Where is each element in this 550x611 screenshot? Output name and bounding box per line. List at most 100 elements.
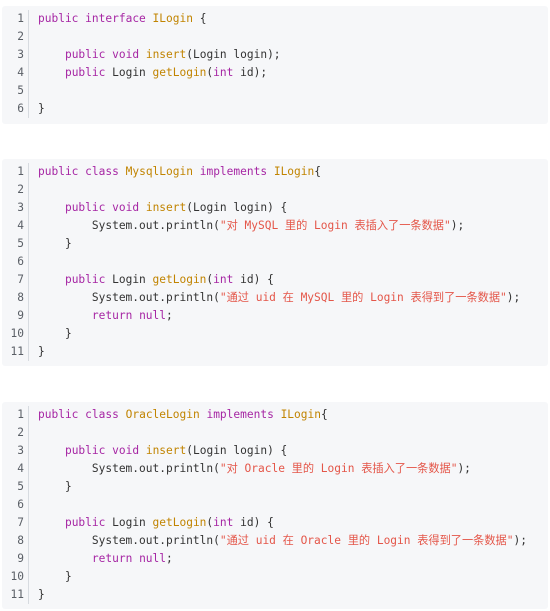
code-token: public: [64, 201, 106, 214]
line-number: 2: [2, 181, 29, 199]
code-line: 8 System.out.println("通过 uid 在 Oracle 里的…: [2, 532, 548, 550]
line-number: 9: [2, 307, 29, 325]
code-token: insert: [145, 444, 187, 457]
code-token: {: [320, 408, 328, 421]
code-token: ILogin: [152, 12, 193, 25]
code-token: );: [513, 534, 527, 547]
code-text: System.out.println("对 Oracle 里的 Login 表插…: [29, 460, 471, 478]
code-token: "通过 uid 在 Oracle 里的 Login 表得到了一条数据": [219, 534, 514, 547]
code-token: ILogin: [273, 165, 315, 178]
code-token: id) {: [233, 516, 274, 529]
code-line: 1 public class MysqlLogin implements ILog…: [2, 163, 548, 181]
code-line: 5 }: [2, 235, 548, 253]
code-line: 4 System.out.println("对 Oracle 里的 Login …: [2, 460, 548, 478]
code-text: System.out.println("通过 uid 在 MySQL 里的 Lo…: [29, 289, 520, 307]
code-token: public: [38, 408, 79, 421]
code-text: System.out.println("对 MySQL 里的 Login 表插入…: [29, 217, 464, 235]
code-token: insert: [145, 201, 187, 214]
code-text: public void insert(Login login) {: [29, 199, 287, 217]
code-token: public: [38, 12, 79, 25]
code-token: implements: [206, 408, 274, 421]
code-token: interface: [85, 12, 146, 25]
code-token: implements: [199, 165, 268, 178]
code-line: 11}: [2, 586, 548, 604]
code-token: (Login login) {: [186, 444, 288, 457]
line-number: 4: [2, 460, 29, 478]
code-line: 9 return null;: [2, 307, 548, 325]
code-token: "对 MySQL 里的 Login 表插入了一条数据": [219, 219, 451, 232]
code-token: id) {: [233, 273, 274, 286]
line-number: 6: [2, 253, 29, 271]
code-line: 2: [2, 28, 548, 46]
code-token: }: [38, 345, 45, 358]
code-token: {: [192, 12, 207, 25]
code-token: int: [213, 516, 234, 529]
code-text: public Login getLogin(int id) {: [29, 271, 274, 289]
line-number: 6: [2, 100, 29, 118]
code-token: System.out.println(: [38, 534, 220, 547]
code-line: 3 public void insert(Login login);: [2, 46, 548, 64]
code-token: public: [64, 516, 106, 529]
code-token: System.out.println(: [38, 291, 220, 304]
code-token: }: [38, 237, 72, 250]
line-number: 3: [2, 199, 29, 217]
code-token: }: [38, 570, 72, 583]
code-text: public class OracleLogin implements ILog…: [29, 406, 328, 424]
code-token: Login: [105, 273, 153, 286]
code-token: }: [38, 327, 72, 340]
code-token: void: [112, 48, 140, 61]
line-number: 2: [2, 424, 29, 442]
code-token: null: [139, 309, 167, 322]
line-number: 10: [2, 568, 29, 586]
code-block-mysql-login: 1 public class MysqlLogin implements ILog…: [2, 159, 548, 366]
line-number: 8: [2, 289, 29, 307]
code-token: getLogin: [152, 273, 207, 286]
code-line: 5: [2, 82, 548, 100]
code-token: class: [85, 408, 119, 421]
code-token: return: [91, 552, 133, 565]
code-text: public void insert(Login login) {: [29, 442, 287, 460]
code-text: public void insert(Login login);: [29, 46, 281, 64]
line-number: 6: [2, 496, 29, 514]
code-token: );: [457, 462, 471, 475]
code-token: Login: [105, 516, 153, 529]
code-token: null: [139, 552, 167, 565]
line-number: 1: [2, 406, 29, 424]
line-number: 1: [2, 163, 29, 181]
code-token: {: [314, 165, 321, 178]
code-token: );: [506, 291, 521, 304]
code-line: 3 public void insert(Login login) {: [2, 442, 548, 460]
line-number: 10: [2, 325, 29, 343]
code-token: getLogin: [152, 516, 207, 529]
code-token: public: [64, 66, 106, 79]
code-token: System.out.println(: [38, 219, 220, 232]
code-line: 4 public Login getLogin(int id);: [2, 64, 548, 82]
line-number: 3: [2, 46, 29, 64]
code-token: public: [38, 165, 79, 178]
code-line: 2: [2, 181, 548, 199]
code-token: public: [64, 444, 106, 457]
line-number: 5: [2, 82, 29, 100]
code-token: int: [213, 273, 234, 286]
code-text: }: [29, 343, 45, 361]
line-number: 2: [2, 28, 29, 46]
code-text: return null;: [29, 307, 173, 325]
